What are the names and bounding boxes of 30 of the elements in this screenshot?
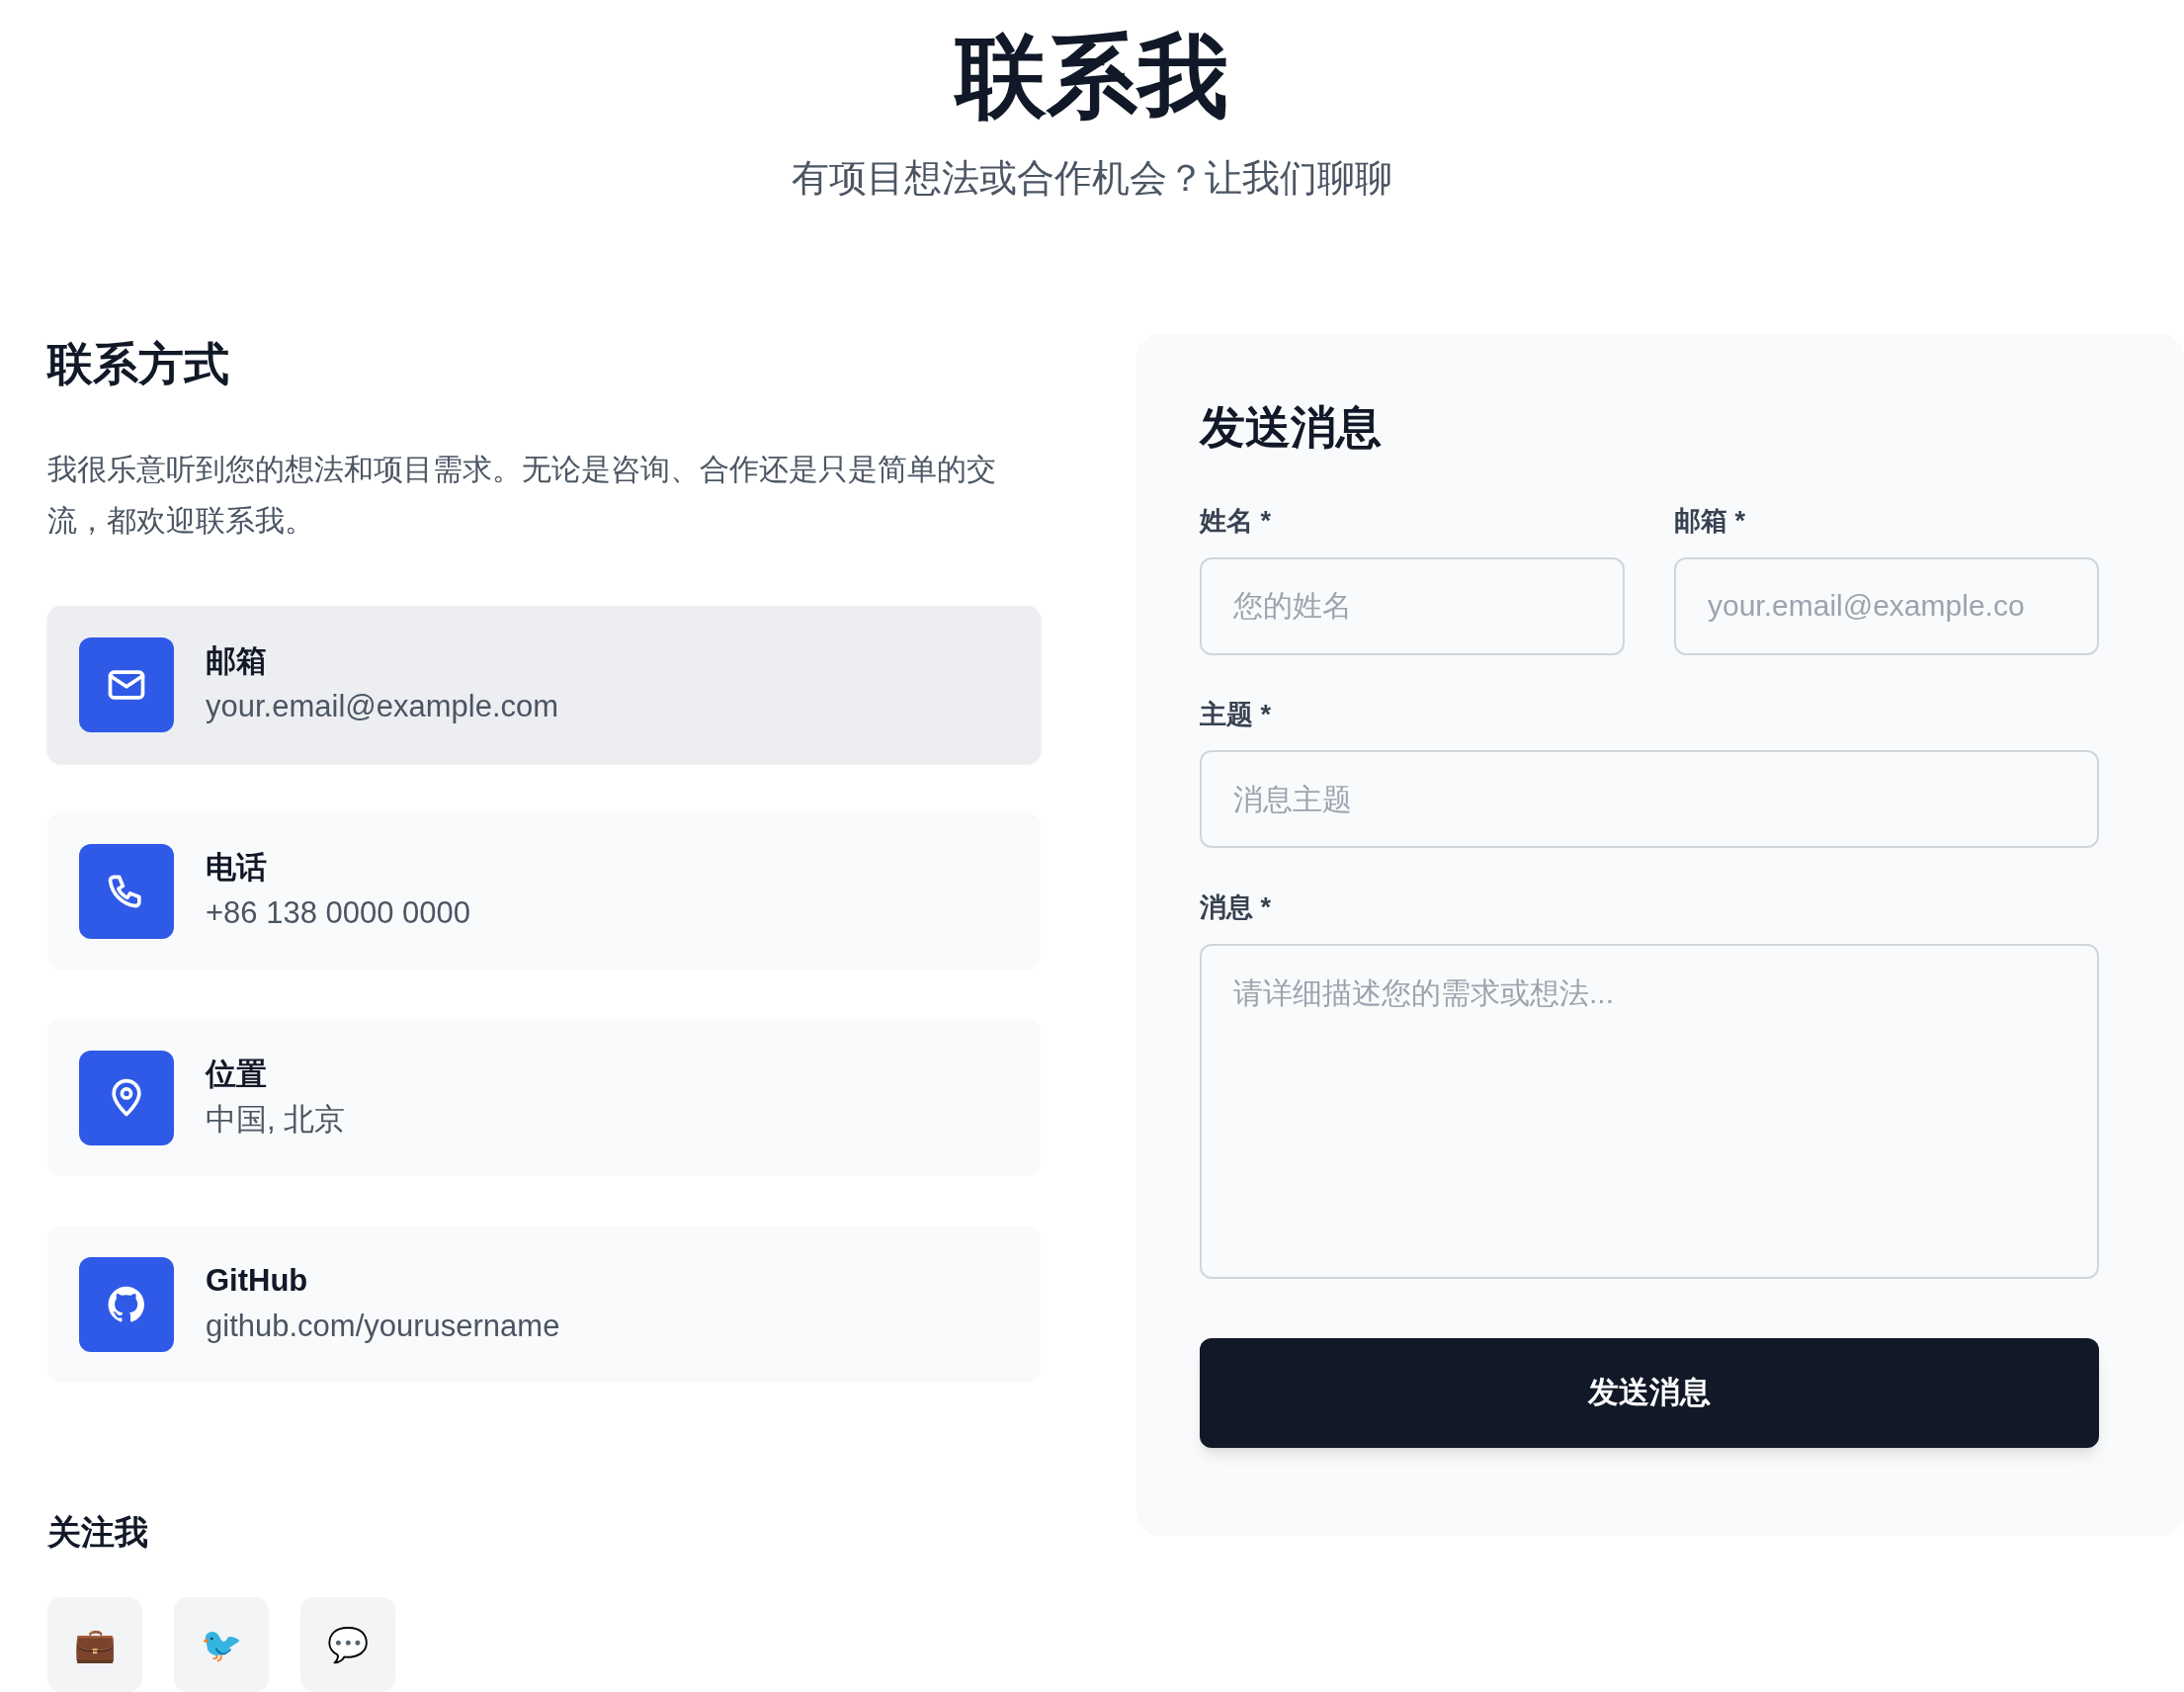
message-field[interactable]: 请详细描述您的需求或想法... [1200, 943, 2099, 1279]
contact-label: 邮箱 [206, 641, 268, 680]
section-heading: 联系方式 [47, 337, 230, 391]
social-link[interactable]: 🐦 [174, 1597, 269, 1692]
social-link[interactable]: 💬 [300, 1597, 395, 1692]
intro-paragraph: 我很乐意听到您的想法和项目需求。无论是咨询、合作还是只是简单的交流，都欢迎联系我。 [47, 452, 997, 539]
field-label: 姓名 * [1200, 505, 1272, 538]
contact-value: +86 138 0000 0000 [206, 893, 471, 932]
contact-card[interactable]: 邮箱 your.email@example.com [47, 606, 1041, 763]
contact-value: 中国, 北京 [206, 1100, 346, 1139]
page-subtitle: 有项目想法或合作机会？让我们聊聊 [792, 156, 1392, 201]
contact-card[interactable]: 电话 +86 138 0000 0000 [47, 812, 1041, 970]
contact-label: 电话 [206, 848, 268, 887]
social-heading: 关注我 [47, 1512, 149, 1553]
contact-label: 位置 [206, 1055, 268, 1093]
input-field[interactable]: your.email@example.co [1674, 556, 2099, 655]
contact-card[interactable]: 位置 中国, 北京 [47, 1019, 1041, 1176]
contact-label: GitHub [206, 1261, 309, 1300]
page-title: 联系我 [956, 25, 1228, 128]
social-link[interactable]: 💼 [47, 1597, 142, 1692]
field-label: 邮箱 * [1674, 505, 1746, 538]
input-field[interactable]: 消息主题 [1200, 750, 2099, 848]
field-label: 主题 * [1200, 698, 1272, 731]
input-field[interactable]: 您的姓名 [1200, 556, 1625, 655]
send-button[interactable]: 发送消息 [1200, 1337, 2099, 1448]
form-heading: 发送消息 [1200, 400, 1383, 455]
contact-value: your.email@example.com [206, 687, 559, 725]
contact-card[interactable]: GitHub github.com/yourusername [47, 1226, 1041, 1383]
contact-value: github.com/yourusername [206, 1307, 560, 1345]
field-label: 消息 * [1200, 891, 1272, 924]
